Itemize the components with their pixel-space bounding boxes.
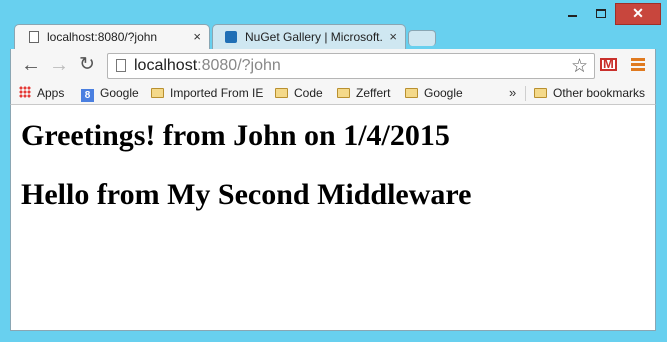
page-icon — [116, 59, 126, 72]
bookmark-zeffert[interactable]: Zeffert — [337, 86, 390, 100]
tab-nuget[interactable]: NuGet Gallery | Microsoft. × — [212, 24, 406, 49]
folder-icon — [534, 88, 547, 98]
menu-icon[interactable] — [631, 58, 645, 71]
bookmark-imported-from-ie[interactable]: Imported From IE — [151, 86, 263, 100]
bookmarks-bar: Apps 8 Google Imported From IE Code Zeffe… — [10, 83, 656, 105]
browser-window: ✕ localhost:8080/?john × NuGet Gallery |… — [0, 0, 667, 342]
reload-button[interactable]: ↻ — [79, 55, 95, 75]
greeting-heading: Greetings! from John on 1/4/2015 — [21, 119, 450, 152]
folder-icon — [151, 88, 164, 98]
apps-icon — [19, 86, 31, 98]
new-tab-button[interactable] — [408, 30, 436, 46]
folder-icon — [405, 88, 418, 98]
folder-icon — [337, 88, 350, 98]
bookmark-google[interactable]: 8 Google — [81, 86, 139, 102]
address-bar[interactable]: localhost:8080/?john ☆ — [107, 53, 595, 79]
bookmark-code[interactable]: Code — [275, 86, 323, 100]
url-host: localhost — [134, 57, 198, 74]
minimize-button[interactable] — [557, 4, 587, 24]
tab-close-icon[interactable]: × — [389, 29, 397, 44]
gmail-icon[interactable] — [600, 56, 617, 71]
bookmark-star-icon[interactable]: ☆ — [571, 55, 588, 78]
tab-localhost[interactable]: localhost:8080/?john × — [14, 24, 210, 49]
toolbar: ← → ↻ localhost:8080/?john ☆ — [10, 49, 656, 83]
bookmark-apps[interactable]: Apps — [19, 86, 64, 100]
google-icon: 8 — [81, 89, 94, 102]
bookmark-other[interactable]: Other bookmarks — [534, 86, 645, 100]
divider — [525, 86, 526, 101]
nuget-icon — [225, 31, 237, 43]
url-text[interactable]: localhost:8080/?john — [134, 57, 281, 75]
forward-button[interactable]: → — [49, 55, 69, 75]
tab-close-icon[interactable]: × — [193, 29, 201, 44]
close-icon: ✕ — [632, 5, 644, 21]
back-button[interactable]: ← — [21, 55, 41, 75]
page-content: Greetings! from John on 1/4/2015 Hello f… — [10, 105, 656, 331]
tab-title: localhost:8080/?john — [47, 30, 158, 44]
folder-icon — [275, 88, 288, 98]
tab-title: NuGet Gallery | Microsoft. — [245, 30, 383, 44]
middleware-heading: Hello from My Second Middleware — [21, 178, 472, 211]
url-path: :8080/?john — [197, 57, 281, 74]
bookmark-google-folder[interactable]: Google — [405, 86, 463, 100]
page-icon — [29, 31, 39, 43]
maximize-button[interactable] — [587, 4, 615, 24]
bookmarks-overflow-icon[interactable]: » — [509, 85, 516, 100]
close-window-button[interactable]: ✕ — [615, 3, 661, 25]
